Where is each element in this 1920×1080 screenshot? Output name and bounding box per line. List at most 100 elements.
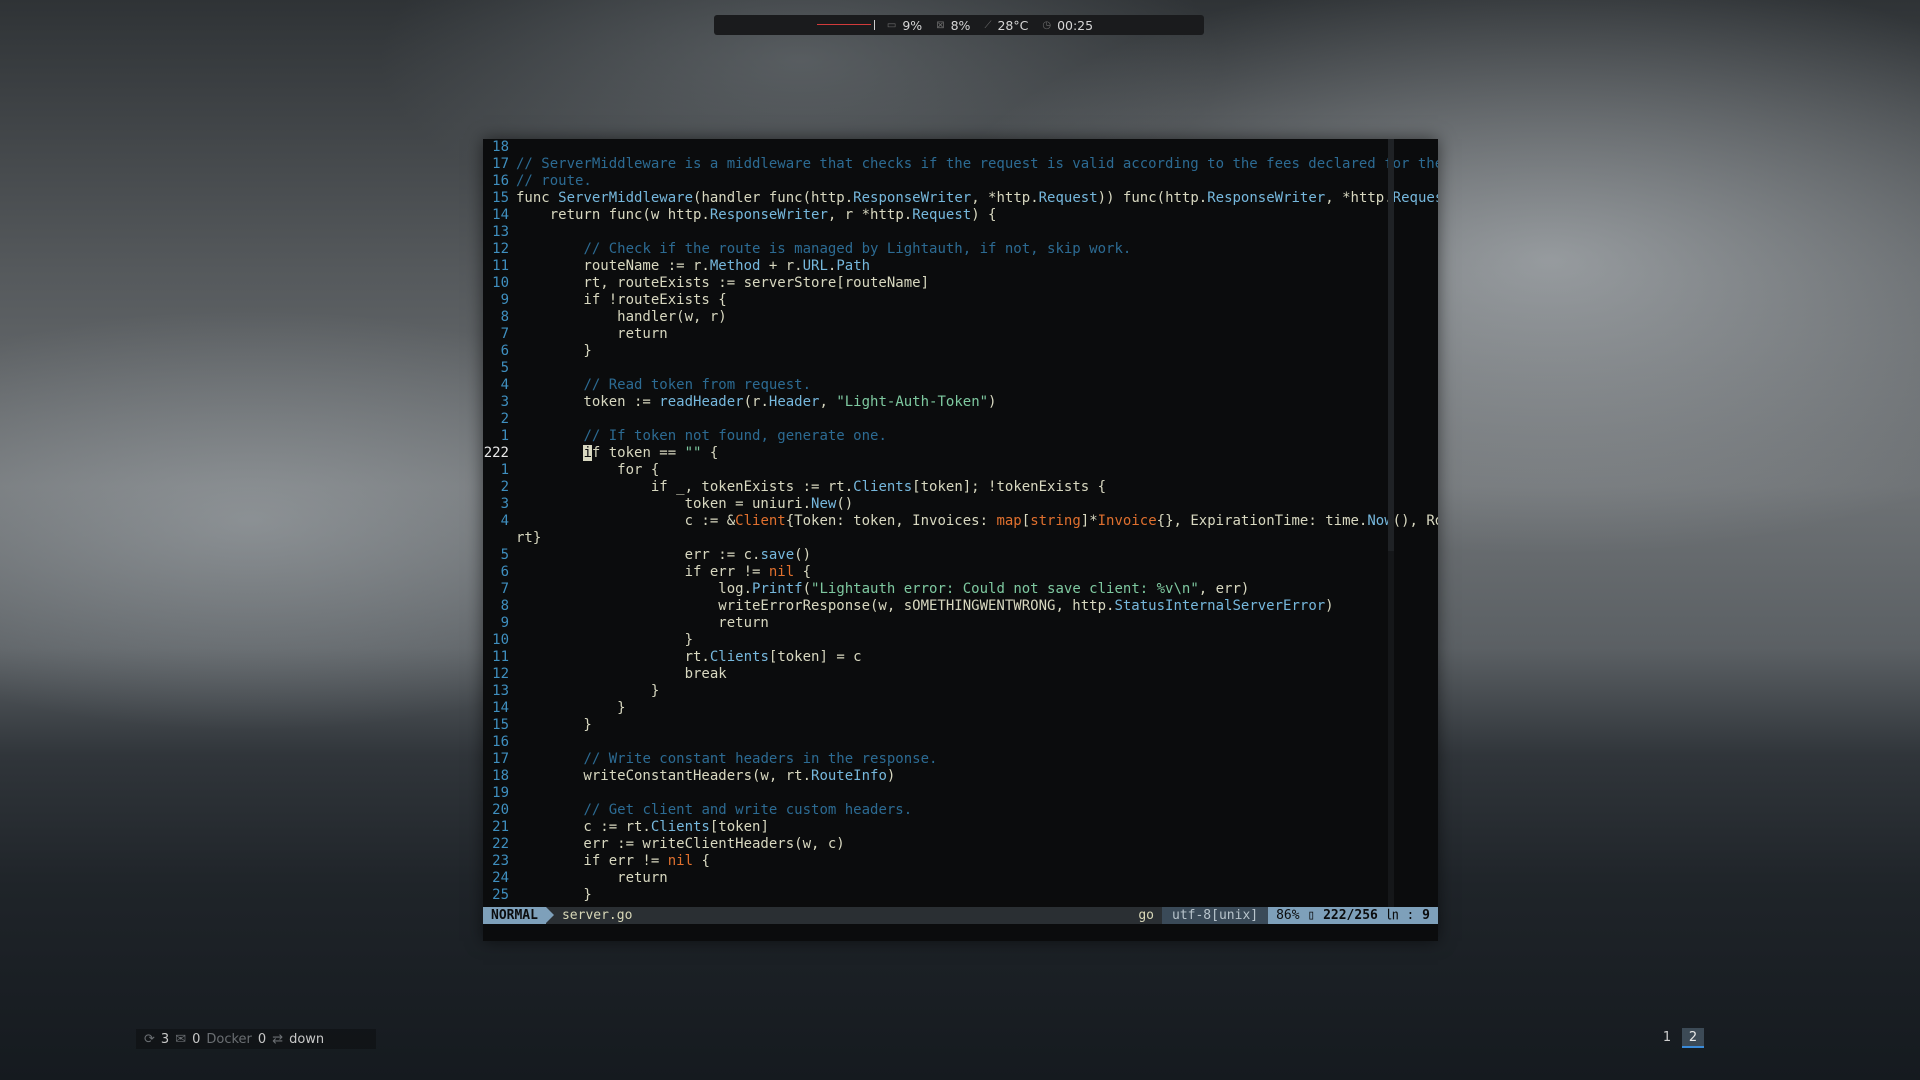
line-text: if token == "" { — [583, 445, 719, 461]
line-number: 6 — [500, 564, 509, 580]
code-line[interactable]: 15 } — [483, 717, 1438, 734]
code-line[interactable]: 12 break — [483, 666, 1438, 683]
line-text: return — [516, 326, 668, 342]
code-line[interactable]: 19 — [483, 785, 1438, 802]
code-line[interactable]: 5 err := c.save() — [483, 547, 1438, 564]
code-line[interactable]: 1 for { — [483, 462, 1438, 479]
code-line[interactable]: 10 } — [483, 632, 1438, 649]
docker-label: Docker — [206, 1031, 252, 1047]
code-line[interactable]: 4 c := &Client{Token: token, Invoices: m… — [483, 513, 1438, 530]
line-text: } — [516, 887, 592, 903]
line-text: routeName := r.Method + r.URL.Path — [516, 258, 871, 274]
network-graph — [816, 20, 875, 30]
code-line[interactable]: 20 // Get client and write custom header… — [483, 802, 1438, 819]
code-line[interactable]: 18 — [483, 139, 1438, 156]
line-number: 22 — [492, 836, 509, 852]
mail-icon: ✉ — [175, 1031, 187, 1047]
workspace-1[interactable]: 1 — [1656, 1028, 1678, 1048]
cursor-position: 86% ▯ 222/256 ㏑ : 9 — [1268, 907, 1438, 924]
code-line[interactable]: 7 log.Printf("Lightauth error: Could not… — [483, 581, 1438, 598]
code-line[interactable]: 4 // Read token from request. — [483, 377, 1438, 394]
code-line[interactable]: 13 } — [483, 683, 1438, 700]
code-line[interactable]: 14 return func(w http.ResponseWriter, r … — [483, 207, 1438, 224]
line-number: 6 — [500, 343, 509, 359]
code-line[interactable]: 25 } — [483, 887, 1438, 904]
memory-icon: ⊠ — [936, 19, 945, 31]
line-number: 1 — [500, 428, 509, 444]
line-number: 19 — [492, 785, 509, 801]
line-text: return — [516, 870, 668, 886]
line-number: 24 — [492, 870, 509, 886]
line-text: writeConstantHeaders(w, rt.RouteInfo) — [516, 768, 896, 784]
code-line[interactable]: 8 writeErrorResponse(w, sOMETHINGWENTWRO… — [483, 598, 1438, 615]
code-line[interactable]: 3 token = uniuri.New() — [483, 496, 1438, 513]
code-line[interactable]: 22 err := writeClientHeaders(w, c) — [483, 836, 1438, 853]
code-line[interactable]: 21 c := rt.Clients[token] — [483, 819, 1438, 836]
code-line[interactable]: 6 } — [483, 343, 1438, 360]
line-text: if !routeExists { — [516, 292, 727, 308]
code-line[interactable]: 13 — [483, 224, 1438, 241]
line-number: 17 — [492, 751, 509, 767]
line-text: // Check if the route is managed by Ligh… — [583, 241, 1132, 257]
line-text: // If token not found, generate one. — [583, 428, 887, 444]
cpu-usage: 9% — [902, 17, 923, 33]
code-line[interactable]: 12 // Check if the route is managed by L… — [483, 241, 1438, 258]
vim-terminal-window[interactable]: 18 17// ServerMiddleware is a middleware … — [483, 139, 1438, 941]
workspace-switcher[interactable]: 1 2 — [1656, 1028, 1704, 1048]
update-icon: ⟳ — [144, 1031, 155, 1047]
line-number: 2 — [500, 411, 509, 427]
line-number: 3 — [500, 496, 509, 512]
code-line[interactable]: 9 if !routeExists { — [483, 292, 1438, 309]
code-line[interactable]: 1 // If token not found, generate one. — [483, 428, 1438, 445]
line-text: rt} — [516, 530, 542, 546]
code-line[interactable]: 18 writeConstantHeaders(w, rt.RouteInfo) — [483, 768, 1438, 785]
line-text: func ServerMiddleware(handler func(http.… — [516, 190, 1438, 206]
line-number: 4 — [500, 377, 509, 393]
code-line[interactable]: rt} — [483, 530, 1438, 547]
line-text: return — [516, 615, 769, 631]
temperature: 28°C — [997, 17, 1029, 33]
line-number: 10 — [492, 632, 509, 648]
code-line[interactable]: 17 // Write constant headers in the resp… — [483, 751, 1438, 768]
code-line[interactable]: 222 if token == "" { — [483, 445, 1438, 462]
code-line[interactable]: 17 // ServerMiddleware is a middleware th… — [483, 156, 1438, 173]
code-line[interactable]: 16 — [483, 734, 1438, 751]
line-text: token = uniuri.New() — [516, 496, 854, 512]
code-line[interactable]: 24 return — [483, 870, 1438, 887]
line-number: 7 — [500, 581, 509, 597]
filetype: go — [1138, 908, 1154, 923]
line-number: 16 — [492, 173, 509, 189]
line-number: 20 — [492, 802, 509, 818]
line-text: c := &Client{Token: token, Invoices: map… — [516, 513, 1438, 529]
code-line[interactable]: 8 handler(w, r) — [483, 309, 1438, 326]
code-line[interactable]: 7 return — [483, 326, 1438, 343]
line-text: } — [516, 700, 626, 716]
file-name: server.go — [561, 908, 633, 923]
code-line[interactable]: 5 — [483, 360, 1438, 377]
scrollbar[interactable] — [1388, 139, 1394, 907]
code-line[interactable]: 2 — [483, 411, 1438, 428]
code-line[interactable]: 2 if _, tokenExists := rt.Clients[token]… — [483, 479, 1438, 496]
code-line[interactable]: 11 rt.Clients[token] = c — [483, 649, 1438, 666]
line-number: 15 — [492, 717, 509, 733]
code-line[interactable]: 15 func ServerMiddleware(handler func(htt… — [483, 190, 1438, 207]
code-line[interactable]: 3 token := readHeader(r.Header, "Light-A… — [483, 394, 1438, 411]
code-line[interactable]: 9 return — [483, 615, 1438, 632]
scrollbar-thumb[interactable] — [1388, 139, 1394, 551]
line-number: 14 — [492, 700, 509, 716]
code-line[interactable]: 11 routeName := r.Method + r.URL.Path — [483, 258, 1438, 275]
code-line[interactable]: 6 if err != nil { — [483, 564, 1438, 581]
code-line[interactable]: 16 // route. — [483, 173, 1438, 190]
line-text: if err != nil { — [516, 564, 812, 580]
code-buffer[interactable]: 18 17// ServerMiddleware is a middleware … — [483, 139, 1438, 907]
workspace-2[interactable]: 2 — [1682, 1028, 1704, 1048]
code-line[interactable]: 14 } — [483, 700, 1438, 717]
line-number: 9 — [500, 292, 509, 308]
code-line[interactable]: 10 rt, routeExists := serverStore[routeN… — [483, 275, 1438, 292]
line-text: rt, routeExists := serverStore[routeName… — [516, 275, 930, 291]
line-number — [483, 530, 516, 547]
line-text: err := c.save() — [516, 547, 812, 563]
mode-indicator: NORMAL — [483, 907, 554, 924]
code-line[interactable]: 23 if err != nil { — [483, 853, 1438, 870]
clock-icon: ◷ — [1042, 19, 1052, 31]
